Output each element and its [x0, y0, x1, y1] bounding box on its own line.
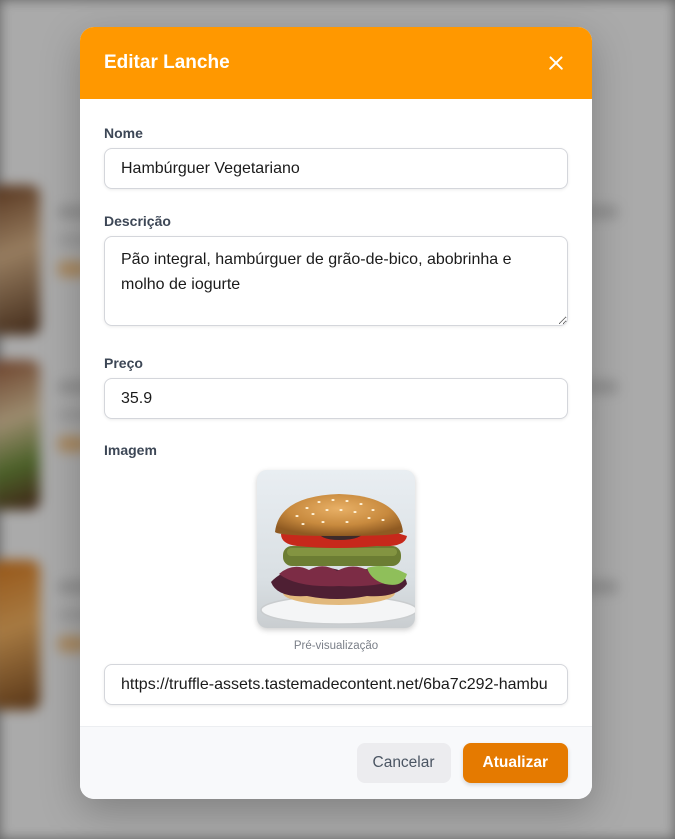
- dialog-form: Nome Descrição Pão integral, hambúrguer …: [80, 99, 592, 705]
- update-button[interactable]: Atualizar: [462, 743, 568, 783]
- image-preview: [257, 470, 415, 628]
- cancel-button[interactable]: Cancelar: [356, 743, 451, 783]
- preview-caption: Pré-visualização: [293, 640, 379, 652]
- edit-snack-dialog: Editar Lanche Nome Descrição Pão integra…: [80, 27, 592, 799]
- image-preview-container: Pré-visualização: [104, 470, 568, 652]
- dialog-title: Editar Lanche: [104, 52, 230, 73]
- name-field[interactable]: [104, 148, 568, 189]
- image-url-field[interactable]: [104, 664, 568, 705]
- price-label: Preço: [104, 355, 143, 371]
- description-label: Descrição: [104, 213, 171, 229]
- burger-image: [257, 470, 415, 628]
- price-field[interactable]: [104, 378, 568, 419]
- description-field[interactable]: Pão integral, hambúrguer de grão-de-bico…: [104, 236, 568, 326]
- dialog-header: Editar Lanche: [80, 27, 592, 99]
- close-icon[interactable]: [544, 51, 568, 75]
- image-label: Imagem: [104, 442, 157, 458]
- name-label: Nome: [104, 125, 143, 141]
- dialog-footer: Cancelar Atualizar: [80, 726, 592, 799]
